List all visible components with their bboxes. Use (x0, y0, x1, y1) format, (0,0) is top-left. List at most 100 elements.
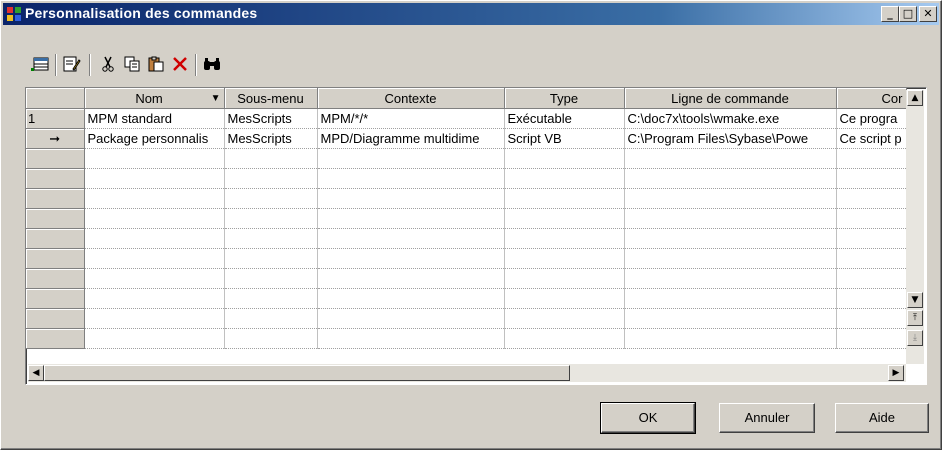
row-header[interactable] (26, 328, 85, 349)
empty-table-row[interactable] (26, 268, 907, 289)
column-header-ligne-de-commande[interactable]: Ligne de commande (624, 88, 837, 109)
empty-cell[interactable] (224, 168, 318, 189)
empty-table-row[interactable] (26, 168, 907, 189)
empty-cell[interactable] (836, 248, 907, 269)
empty-cell[interactable] (317, 208, 505, 229)
row-header[interactable] (26, 308, 85, 329)
scroll-top-icon[interactable]: ⤒ (907, 310, 923, 326)
empty-table-row[interactable] (26, 248, 907, 269)
cell-nom[interactable]: Package personnalis (84, 128, 225, 149)
empty-cell[interactable] (836, 188, 907, 209)
close-button[interactable]: ✕ (919, 6, 937, 22)
row-header[interactable] (26, 148, 85, 169)
row-header[interactable] (26, 188, 85, 209)
empty-cell[interactable] (317, 248, 505, 269)
vertical-scrollbar[interactable]: ▲ ▼ ⤒ ⤓ (906, 90, 924, 364)
horizontal-scrollbar[interactable]: ◀ ▶ (28, 364, 906, 382)
empty-cell[interactable] (836, 268, 907, 289)
empty-cell[interactable] (504, 208, 625, 229)
cell-nom[interactable]: MPM standard (84, 108, 225, 129)
empty-cell[interactable] (84, 308, 225, 329)
cell-contexte[interactable]: MPD/Diagramme multidime (317, 128, 505, 149)
empty-cell[interactable] (624, 208, 837, 229)
empty-cell[interactable] (624, 168, 837, 189)
empty-cell[interactable] (84, 208, 225, 229)
table-row[interactable]: ➞ Package personnalis MesScripts MPD/Dia… (26, 128, 907, 149)
empty-cell[interactable] (624, 248, 837, 269)
empty-cell[interactable] (84, 268, 225, 289)
cell-type[interactable]: Exécutable (504, 108, 625, 129)
row-header[interactable] (26, 228, 85, 249)
empty-cell[interactable] (224, 268, 318, 289)
delete-icon[interactable] (169, 53, 191, 75)
table-row[interactable]: 1 MPM standard MesScripts MPM/*/* Exécut… (26, 108, 907, 129)
empty-cell[interactable] (624, 288, 837, 309)
row-header[interactable] (26, 248, 85, 269)
row-header[interactable] (26, 288, 85, 309)
maximize-button[interactable]: □ (899, 6, 917, 22)
row-header[interactable] (26, 168, 85, 189)
column-header-nom[interactable]: Nom ▼ (84, 88, 225, 109)
empty-cell[interactable] (84, 228, 225, 249)
empty-cell[interactable] (504, 248, 625, 269)
empty-cell[interactable] (504, 168, 625, 189)
empty-cell[interactable] (224, 228, 318, 249)
empty-cell[interactable] (624, 148, 837, 169)
empty-cell[interactable] (504, 268, 625, 289)
empty-cell[interactable] (317, 228, 505, 249)
empty-cell[interactable] (836, 228, 907, 249)
row-number[interactable]: 1 (26, 108, 85, 129)
empty-cell[interactable] (224, 188, 318, 209)
empty-cell[interactable] (224, 308, 318, 329)
row-header[interactable] (26, 208, 85, 229)
empty-cell[interactable] (317, 288, 505, 309)
column-header-sous-menu[interactable]: Sous-menu (224, 88, 318, 109)
empty-cell[interactable] (836, 168, 907, 189)
empty-cell[interactable] (624, 268, 837, 289)
empty-table-row[interactable] (26, 308, 907, 329)
cell-commentaire[interactable]: Ce script p (836, 128, 907, 149)
empty-cell[interactable] (504, 148, 625, 169)
empty-cell[interactable] (317, 168, 505, 189)
paste-icon[interactable] (145, 53, 167, 75)
cell-sous-menu[interactable]: MesScripts (224, 128, 318, 149)
cell-commentaire[interactable]: Ce progra (836, 108, 907, 129)
scroll-down-icon[interactable]: ▼ (907, 292, 923, 308)
empty-cell[interactable] (836, 328, 907, 349)
empty-cell[interactable] (836, 208, 907, 229)
copy-icon[interactable] (121, 53, 143, 75)
cancel-button[interactable]: Annuler (719, 403, 815, 433)
empty-table-row[interactable] (26, 228, 907, 249)
empty-cell[interactable] (84, 328, 225, 349)
cell-contexte[interactable]: MPM/*/* (317, 108, 505, 129)
empty-cell[interactable] (84, 168, 225, 189)
empty-cell[interactable] (84, 148, 225, 169)
empty-cell[interactable] (317, 268, 505, 289)
title-bar[interactable]: Personnalisation des commandes _ □ ✕ (3, 3, 939, 25)
scroll-left-icon[interactable]: ◀ (28, 365, 44, 381)
empty-cell[interactable] (624, 188, 837, 209)
scroll-up-icon[interactable]: ▲ (907, 90, 923, 106)
help-button[interactable]: Aide (835, 403, 929, 433)
cell-sous-menu[interactable]: MesScripts (224, 108, 318, 129)
cell-ligne-de-commande[interactable]: C:\doc7x\tools\wmake.exe (624, 108, 837, 129)
current-row-arrow-icon[interactable]: ➞ (26, 128, 85, 149)
empty-cell[interactable] (317, 188, 505, 209)
cell-type[interactable]: Script VB (504, 128, 625, 149)
empty-table-row[interactable] (26, 148, 907, 169)
empty-cell[interactable] (836, 308, 907, 329)
column-header-commentaire[interactable]: Cor (836, 88, 907, 109)
empty-cell[interactable] (317, 308, 505, 329)
find-icon[interactable] (201, 53, 223, 75)
empty-table-row[interactable] (26, 288, 907, 309)
empty-cell[interactable] (624, 308, 837, 329)
empty-table-row[interactable] (26, 208, 907, 229)
empty-table-row[interactable] (26, 188, 907, 209)
empty-cell[interactable] (84, 188, 225, 209)
empty-cell[interactable] (504, 188, 625, 209)
empty-cell[interactable] (504, 328, 625, 349)
column-header-contexte[interactable]: Contexte (317, 88, 505, 109)
commands-grid[interactable]: Nom ▼ Sous-menu Contexte Type Ligne de co… (25, 87, 927, 385)
empty-cell[interactable] (224, 208, 318, 229)
row-header[interactable] (26, 268, 85, 289)
